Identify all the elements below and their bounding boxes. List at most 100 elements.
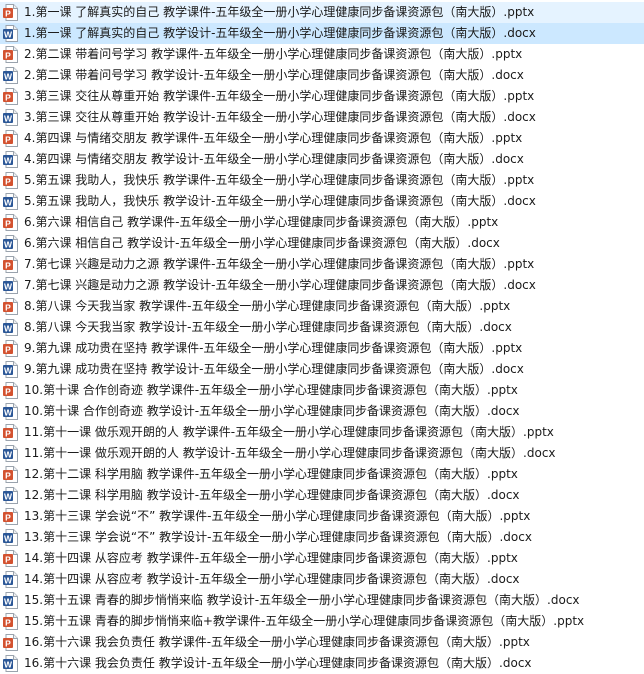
file-row[interactable]: P 10.第十课 合作创奇迹 教学课件-五年级全一册小学心理健康同步备课资源包（南… — [0, 380, 644, 401]
file-row[interactable]: W 10.第十课 合作创奇迹 教学设计-五年级全一册小学心理健康同步备课资源包（南… — [0, 401, 644, 422]
svg-text:W: W — [4, 323, 13, 333]
file-row[interactable]: W 7.第七课 兴趣是动力之源 教学设计-五年级全一册小学心理健康同步备课资源包（… — [0, 275, 644, 296]
file-name: 16.第十六课 我会负责任 教学设计-五年级全一册小学心理健康同步备课资源包（南… — [24, 656, 532, 670]
file-row[interactable]: W 1.第一课 了解真实的自己 教学设计-五年级全一册小学心理健康同步备课资源包（… — [0, 23, 644, 44]
svg-text:W: W — [4, 533, 13, 543]
word-file-icon: W — [3, 193, 18, 210]
svg-text:W: W — [4, 407, 13, 417]
file-row[interactable]: P 7.第七课 兴趣是动力之源 教学课件-五年级全一册小学心理健康同步备课资源包（… — [0, 254, 644, 275]
file-row[interactable]: W 2.第二课 带着问号学习 教学设计-五年级全一册小学心理健康同步备课资源包（南… — [0, 65, 644, 86]
word-file-icon: W — [3, 235, 18, 252]
svg-text:P: P — [5, 617, 11, 627]
file-name: 1.第一课 了解真实的自己 教学设计-五年级全一册小学心理健康同步备课资源包（南… — [24, 26, 536, 40]
svg-text:P: P — [5, 8, 11, 18]
file-row[interactable]: P 4.第四课 与情绪交朋友 教学课件-五年级全一册小学心理健康同步备课资源包（南… — [0, 128, 644, 149]
file-name: 12.第十二课 科学用脑 教学设计-五年级全一册小学心理健康同步备课资源包（南大… — [24, 488, 520, 502]
file-row[interactable]: W 5.第五课 我助人，我快乐 教学设计-五年级全一册小学心理健康同步备课资源包（… — [0, 191, 644, 212]
file-row[interactable]: W 12.第十二课 科学用脑 教学设计-五年级全一册小学心理健康同步备课资源包（南… — [0, 485, 644, 506]
file-row[interactable]: W 14.第十四课 从容应考 教学设计-五年级全一册小学心理健康同步备课资源包（南… — [0, 569, 644, 590]
svg-text:W: W — [4, 491, 13, 501]
file-name: 3.第三课 交往从尊重开始 教学设计-五年级全一册小学心理健康同步备课资源包（南… — [24, 110, 536, 124]
powerpoint-file-icon: P — [3, 340, 18, 357]
file-row[interactable]: P 3.第三课 交往从尊重开始 教学课件-五年级全一册小学心理健康同步备课资源包（… — [0, 86, 644, 107]
file-name: 9.第九课 成功贵在坚持 教学课件-五年级全一册小学心理健康同步备课资源包（南大… — [24, 341, 523, 355]
file-row[interactable]: W 11.第十一课 做乐观开朗的人 教学设计-五年级全一册小学心理健康同步备课资源… — [0, 443, 644, 464]
file-name: 15.第十五课 青春的脚步悄悄来临+教学课件-五年级全一册小学心理健康同步备课资… — [24, 614, 585, 628]
file-row[interactable]: W 15.第十五课 青春的脚步悄悄来临 教学设计-五年级全一册小学心理健康同步备课… — [0, 590, 644, 611]
file-row[interactable]: P 8.第八课 今天我当家 教学课件-五年级全一册小学心理健康同步备课资源包（南大… — [0, 296, 644, 317]
powerpoint-file-icon: P — [3, 382, 18, 399]
powerpoint-file-icon: P — [3, 88, 18, 105]
file-row[interactable]: P 14.第十四课 从容应考 教学课件-五年级全一册小学心理健康同步备课资源包（南… — [0, 548, 644, 569]
file-row[interactable]: W 9.第九课 成功贵在坚持 教学设计-五年级全一册小学心理健康同步备课资源包（南… — [0, 359, 644, 380]
svg-text:W: W — [4, 281, 13, 291]
powerpoint-file-icon: P — [3, 298, 18, 315]
file-name: 4.第四课 与情绪交朋友 教学课件-五年级全一册小学心理健康同步备课资源包（南大… — [24, 131, 523, 145]
file-row[interactable]: P 1.第一课 了解真实的自己 教学课件-五年级全一册小学心理健康同步备课资源包（… — [0, 2, 644, 23]
file-name: 8.第八课 今天我当家 教学课件-五年级全一册小学心理健康同步备课资源包（南大版… — [24, 299, 511, 313]
file-row[interactable]: P 5.第五课 我助人，我快乐 教学课件-五年级全一册小学心理健康同步备课资源包（… — [0, 170, 644, 191]
word-file-icon: W — [3, 655, 18, 672]
file-row[interactable]: P 11.第十一课 做乐观开朗的人 教学课件-五年级全一册小学心理健康同步备课资源… — [0, 422, 644, 443]
file-name: 4.第四课 与情绪交朋友 教学设计-五年级全一册小学心理健康同步备课资源包（南大… — [24, 152, 524, 166]
file-name: 15.第十五课 青春的脚步悄悄来临 教学设计-五年级全一册小学心理健康同步备课资… — [24, 593, 580, 607]
file-row[interactable]: W 6.第六课 相信自己 教学设计-五年级全一册小学心理健康同步备课资源包（南大版… — [0, 233, 644, 254]
file-name: 13.第十三课 学会说“不” 教学课件-五年级全一册小学心理健康同步备课资源包（… — [24, 509, 531, 523]
svg-text:P: P — [5, 50, 11, 60]
svg-text:W: W — [4, 29, 13, 39]
powerpoint-file-icon: P — [3, 508, 18, 525]
file-row[interactable]: P 6.第六课 相信自己 教学课件-五年级全一册小学心理健康同步备课资源包（南大版… — [0, 212, 644, 233]
file-row[interactable]: W 8.第八课 今天我当家 教学设计-五年级全一册小学心理健康同步备课资源包（南大… — [0, 317, 644, 338]
file-name: 7.第七课 兴趣是动力之源 教学课件-五年级全一册小学心理健康同步备课资源包（南… — [24, 257, 535, 271]
svg-text:W: W — [4, 71, 13, 81]
file-name: 1.第一课 了解真实的自己 教学课件-五年级全一册小学心理健康同步备课资源包（南… — [24, 5, 535, 19]
file-row[interactable]: P 13.第十三课 学会说“不” 教学课件-五年级全一册小学心理健康同步备课资源包… — [0, 506, 644, 527]
file-name: 6.第六课 相信自己 教学课件-五年级全一册小学心理健康同步备课资源包（南大版）… — [24, 215, 499, 229]
file-row[interactable]: P 12.第十二课 科学用脑 教学课件-五年级全一册小学心理健康同步备课资源包（南… — [0, 464, 644, 485]
file-row[interactable]: W 13.第十三课 学会说“不” 教学设计-五年级全一册小学心理健康同步备课资源包… — [0, 527, 644, 548]
svg-text:P: P — [5, 470, 11, 480]
word-file-icon: W — [3, 109, 18, 126]
powerpoint-file-icon: P — [3, 46, 18, 63]
file-row[interactable]: W 4.第四课 与情绪交朋友 教学设计-五年级全一册小学心理健康同步备课资源包（南… — [0, 149, 644, 170]
file-name: 11.第十一课 做乐观开朗的人 教学设计-五年级全一册小学心理健康同步备课资源包… — [24, 446, 556, 460]
powerpoint-file-icon: P — [3, 4, 18, 21]
word-file-icon: W — [3, 361, 18, 378]
word-file-icon: W — [3, 529, 18, 546]
file-list[interactable]: P 1.第一课 了解真实的自己 教学课件-五年级全一册小学心理健康同步备课资源包（… — [0, 0, 644, 673]
powerpoint-file-icon: P — [3, 172, 18, 189]
file-name: 13.第十三课 学会说“不” 教学设计-五年级全一册小学心理健康同步备课资源包（… — [24, 530, 532, 544]
svg-text:W: W — [4, 596, 13, 606]
powerpoint-file-icon: P — [3, 613, 18, 630]
file-name: 10.第十课 合作创奇迹 教学设计-五年级全一册小学心理健康同步备课资源包（南大… — [24, 404, 520, 418]
file-name: 2.第二课 带着问号学习 教学课件-五年级全一册小学心理健康同步备课资源包（南大… — [24, 47, 523, 61]
word-file-icon: W — [3, 151, 18, 168]
powerpoint-file-icon: P — [3, 256, 18, 273]
powerpoint-file-icon: P — [3, 550, 18, 567]
file-row[interactable]: W 3.第三课 交往从尊重开始 教学设计-五年级全一册小学心理健康同步备课资源包（… — [0, 107, 644, 128]
file-name: 12.第十二课 科学用脑 教学课件-五年级全一册小学心理健康同步备课资源包（南大… — [24, 467, 518, 481]
file-row[interactable]: P 15.第十五课 青春的脚步悄悄来临+教学课件-五年级全一册小学心理健康同步备课… — [0, 611, 644, 632]
file-name: 10.第十课 合作创奇迹 教学课件-五年级全一册小学心理健康同步备课资源包（南大… — [24, 383, 518, 397]
word-file-icon: W — [3, 319, 18, 336]
word-file-icon: W — [3, 445, 18, 462]
svg-text:P: P — [5, 344, 11, 354]
file-row[interactable]: P 16.第十六课 我会负责任 教学课件-五年级全一册小学心理健康同步备课资源包（… — [0, 632, 644, 653]
file-name: 16.第十六课 我会负责任 教学课件-五年级全一册小学心理健康同步备课资源包（南… — [24, 635, 530, 649]
file-name: 11.第十一课 做乐观开朗的人 教学课件-五年级全一册小学心理健康同步备课资源包… — [24, 425, 554, 439]
word-file-icon: W — [3, 571, 18, 588]
file-name: 3.第三课 交往从尊重开始 教学课件-五年级全一册小学心理健康同步备课资源包（南… — [24, 89, 535, 103]
file-name: 2.第二课 带着问号学习 教学设计-五年级全一册小学心理健康同步备课资源包（南大… — [24, 68, 524, 82]
word-file-icon: W — [3, 25, 18, 42]
file-row[interactable]: W 16.第十六课 我会负责任 教学设计-五年级全一册小学心理健康同步备课资源包（… — [0, 653, 644, 674]
svg-text:P: P — [5, 638, 11, 648]
svg-text:W: W — [4, 575, 13, 585]
file-row[interactable]: P 2.第二课 带着问号学习 教学课件-五年级全一册小学心理健康同步备课资源包（南… — [0, 44, 644, 65]
svg-text:P: P — [5, 260, 11, 270]
svg-text:W: W — [4, 113, 13, 123]
word-file-icon: W — [3, 277, 18, 294]
svg-text:P: P — [5, 302, 11, 312]
svg-text:W: W — [4, 155, 13, 165]
file-row[interactable]: P 9.第九课 成功贵在坚持 教学课件-五年级全一册小学心理健康同步备课资源包（南… — [0, 338, 644, 359]
svg-text:P: P — [5, 176, 11, 186]
